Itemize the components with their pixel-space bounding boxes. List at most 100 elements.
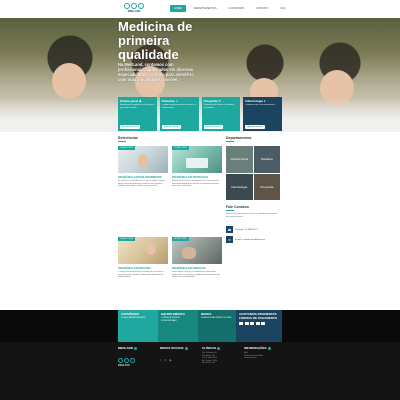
footer-box-text: CONHEÇA NOSSOS PROFISSIONAIS: [161, 317, 181, 322]
schedule-button[interactable]: Agendar consulta: [245, 125, 265, 129]
schedule-button[interactable]: Agendar consulta: [203, 125, 224, 129]
date-badge: 03 AGO 2021: [118, 237, 136, 241]
phone-text: Telefone: 11 4444-5477: [235, 228, 258, 231]
nav-item-faq[interactable]: FAQ: [276, 5, 289, 12]
reference-text: O espaço MedLand Kids foi pensado para a…: [118, 271, 164, 279]
info-icon: [134, 346, 137, 350]
departments-heading: Departamentos: [226, 136, 252, 140]
heading-underline: [226, 210, 234, 211]
footer-link[interactable]: Termos de uso: [244, 357, 284, 360]
footer: MEDLAND MEDLAND REDES SOCIAIS f ◎ ▶ CLÍN…: [0, 342, 400, 400]
clinic-line: São Paulo - SP: [202, 362, 215, 365]
specialty-card: Clínica geral ♟ Atendimento completo em c…: [118, 97, 157, 131]
footer-col-title: CLÍNICAS: [202, 346, 217, 350]
reference-image: [118, 237, 168, 264]
footer-logo-text: MEDLAND: [118, 364, 130, 367]
footer-col-title: INFORMAÇÕES: [244, 346, 267, 350]
nav-item-departamentos[interactable]: Departamentos: [190, 5, 221, 12]
reference-image: [118, 146, 168, 173]
specialty-title: Pediatria: [161, 99, 175, 103]
specialty-title: Ortopedia: [203, 99, 218, 103]
date-badge: 05 FEV 2021: [172, 237, 189, 241]
specialty-title: Odontologia: [245, 99, 263, 103]
baby-icon: ☺: [175, 99, 179, 103]
department-tile[interactable]: Odontologia: [226, 173, 253, 200]
phone-icon: ☎: [226, 226, 233, 233]
reference-title: Referência em cirurgias: [172, 267, 206, 270]
info-icon: [184, 346, 188, 350]
specialty-card: Ortopedia ✦ Tratamento de lesões e proble…: [201, 97, 241, 131]
footer-box-title: CONVÊNIOS: [121, 312, 140, 316]
contact-heading: Fale Conosco: [226, 205, 249, 209]
payment-icons: [239, 322, 279, 325]
logo[interactable]: MEDLAND: [120, 3, 148, 15]
department-label: Ortopedia: [260, 184, 274, 189]
hero-text: Na MedLand, contamos com profissionais c…: [118, 62, 194, 82]
specialty-cards: Clínica geral ♟ Atendimento completo em c…: [118, 97, 282, 131]
specialty-card: Pediatria ☺ Cuidado especializado para cr…: [159, 97, 199, 131]
specialty-desc: Tratamento de lesões e problemas muscula…: [203, 104, 235, 109]
email-text: E-mail: contato@medland.com: [235, 238, 265, 241]
card-icon: [244, 322, 249, 325]
instagram-icon[interactable]: ◎: [164, 358, 167, 362]
info-icon: [217, 346, 221, 350]
reference-title: Referência em tecnologia: [172, 176, 209, 179]
youtube-icon[interactable]: ▶: [169, 358, 171, 362]
specialty-title: Clínica geral: [120, 99, 138, 103]
logo-text: MEDLAND: [127, 10, 141, 13]
nav-item-convenios[interactable]: Convênios: [225, 5, 249, 12]
contact-text: Entre em contato conosco ou faça seu age…: [226, 213, 278, 218]
footer-box-equipe[interactable]: EQUIPE MÉDICA CONHEÇA NOSSOS PROFISSIONA…: [158, 310, 198, 342]
footer-box-title: ACEITAMOS DIFERENTES FORMAS DE PAGAMENTO: [239, 312, 278, 320]
bone-icon: ✦: [218, 99, 222, 103]
footer-logo-icon: [118, 358, 158, 363]
footer-col-social: REDES SOCIAIS f ◎ ▶: [160, 346, 200, 362]
date-badge: 10 AGO 2021: [118, 146, 136, 150]
facebook-icon[interactable]: f: [160, 358, 161, 362]
departments-grid: Clínica Geral Pediatria Odontologia Orto…: [226, 146, 280, 200]
email-row[interactable]: ✉ E-mail: contato@medland.com: [226, 236, 280, 243]
reference-title: Referência em bom atendimento: [118, 176, 162, 179]
specialty-card: Odontologia ♦ Cuidados com a sua saúde bu…: [243, 97, 282, 131]
footer-col-clinics: CLÍNICAS Rua Salvador, 40 São Paulo - SP…: [202, 346, 242, 365]
nav-item-contato[interactable]: Contato: [252, 5, 272, 12]
footer-box-text: VEJA QUAIS ATENDEMOS: [121, 317, 146, 319]
specialty-desc: Cuidado especializado para crianças e ad…: [161, 104, 197, 109]
info-icon: [267, 346, 271, 350]
schedule-button[interactable]: Agendar consulta: [161, 125, 182, 129]
reference-image: [172, 237, 222, 264]
footer-col-title: MEDLAND: [118, 346, 133, 350]
site-header: MEDLAND Home Departamentos Convênios Con…: [0, 0, 400, 18]
logo-icon: [124, 3, 144, 9]
card-icon: [261, 322, 265, 325]
tooth-icon: ♦: [263, 99, 266, 103]
person-icon: ♟: [138, 99, 142, 103]
footer-box-title: EQUIPE MÉDICA: [161, 312, 186, 316]
reference-image: [172, 146, 222, 173]
mail-icon: ✉: [226, 236, 233, 243]
footer-box-convenios[interactable]: CONVÊNIOS VEJA QUAIS ATENDEMOS: [118, 310, 158, 342]
card-icon: [239, 322, 243, 325]
footer-banner: CONVÊNIOS VEJA QUAIS ATENDEMOS EQUIPE MÉ…: [0, 310, 400, 342]
heading-underline: [118, 141, 126, 142]
specialty-desc: Atendimento completo em clínica geral pa…: [120, 104, 155, 109]
footer-col-medland: MEDLAND MEDLAND: [118, 346, 158, 367]
phone-row[interactable]: ☎ Telefone: 11 4444-5477: [226, 226, 280, 233]
references-heading: Referências: [118, 136, 138, 140]
nav-item-home[interactable]: Home: [170, 5, 186, 12]
date-badge: 27 SET 2021: [172, 146, 189, 150]
footer-box-pagamento: ACEITAMOS DIFERENTES FORMAS DE PAGAMENTO: [236, 310, 282, 342]
reference-text: A MedLand conta com equipamentos de últi…: [172, 180, 220, 188]
department-label: Pediatria: [260, 157, 273, 162]
department-tile[interactable]: Pediatria: [253, 146, 280, 173]
department-tile[interactable]: Ortopedia: [253, 173, 280, 200]
heading-underline: [226, 141, 234, 142]
hero-face: [52, 63, 86, 99]
footer-box-title: REDES: [201, 312, 212, 316]
card-icon: [255, 322, 260, 325]
department-tile[interactable]: Clínica Geral: [226, 146, 253, 173]
footer-col-info: INFORMAÇÕES FAQ Política de privacidade …: [244, 346, 284, 360]
schedule-button[interactable]: Agendar consulta: [120, 125, 140, 129]
specialty-desc: Cuidados com a sua saúde bucal.: [245, 104, 276, 106]
footer-box-redes[interactable]: REDES SIGA-NOS NAS REDES SOCIAIS: [198, 310, 236, 342]
